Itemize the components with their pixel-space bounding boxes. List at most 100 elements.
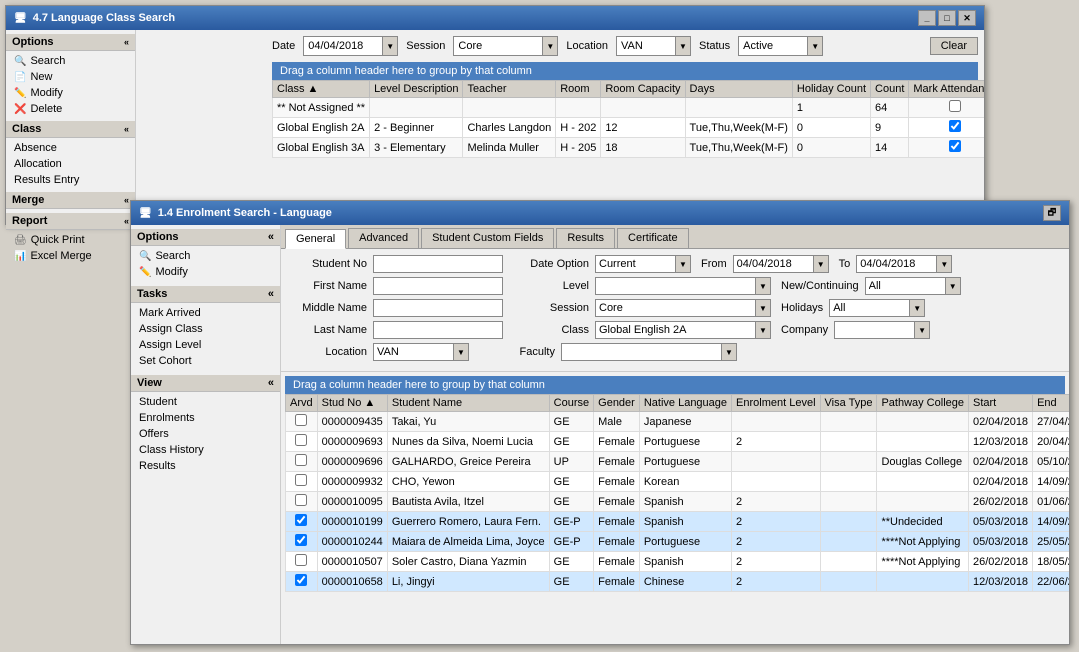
first-name-input[interactable] — [373, 277, 503, 295]
location-dropdown-arrow[interactable]: ▼ — [675, 36, 691, 56]
enrol-sidebar-set-cohort[interactable]: Set Cohort — [131, 353, 280, 369]
enrol-sidebar-class-history[interactable]: Class History — [131, 442, 280, 458]
sidebar-item-results-entry[interactable]: Results Entry — [6, 172, 135, 188]
enrol-sidebar-search[interactable]: 🔍 Search — [131, 248, 280, 264]
status-dropdown-arrow[interactable]: ▼ — [807, 36, 823, 56]
table-row[interactable]: Global English 3A 3 - Elementary Melinda… — [273, 138, 985, 158]
new-continuing-arrow[interactable]: ▼ — [945, 277, 961, 295]
session-dropdown-arrow[interactable]: ▼ — [542, 36, 558, 56]
tab-advanced[interactable]: Advanced — [348, 228, 419, 248]
col-mark-attendance[interactable]: Mark Attendance — [909, 81, 984, 98]
arvd-checkbox[interactable] — [295, 514, 307, 526]
arvd-checkbox[interactable] — [295, 414, 307, 426]
location-input[interactable] — [616, 36, 676, 56]
new-continuing-input[interactable] — [865, 277, 945, 295]
col-pathway-college[interactable]: Pathway College — [877, 395, 969, 412]
level-arrow[interactable]: ▼ — [755, 277, 771, 295]
enrol-sidebar-student[interactable]: Student — [131, 394, 280, 410]
holidays-input[interactable] — [829, 299, 909, 317]
col-end[interactable]: End — [1033, 395, 1069, 412]
date-input[interactable] — [303, 36, 383, 56]
company-input[interactable] — [834, 321, 914, 339]
col-enrolment-level[interactable]: Enrolment Level — [732, 395, 821, 412]
faculty-arrow[interactable]: ▼ — [721, 343, 737, 361]
enrol-sidebar-enrolments[interactable]: Enrolments — [131, 410, 280, 426]
sidebar-item-allocation[interactable]: Allocation — [6, 156, 135, 172]
holidays-arrow[interactable]: ▼ — [909, 299, 925, 317]
table-row[interactable]: 0000010199 Guerrero Romero, Laura Fern. … — [286, 512, 1070, 532]
session-input-form[interactable] — [595, 299, 755, 317]
status-input[interactable] — [738, 36, 808, 56]
sidebar-item-absence[interactable]: Absence — [6, 140, 135, 156]
col-native-language[interactable]: Native Language — [639, 395, 731, 412]
col-capacity[interactable]: Room Capacity — [601, 81, 685, 98]
class-arrow[interactable]: ▼ — [755, 321, 771, 339]
enrol-sidebar-offers[interactable]: Offers — [131, 426, 280, 442]
table-row[interactable]: 0000009693 Nunes da Silva, Noemi Lucia G… — [286, 432, 1070, 452]
col-student-name[interactable]: Student Name — [387, 395, 549, 412]
col-gender[interactable]: Gender — [594, 395, 640, 412]
class-input[interactable] — [595, 321, 755, 339]
table-row[interactable]: 0000010244 Maiara de Almeida Lima, Joyce… — [286, 532, 1070, 552]
location-form-input[interactable] — [373, 343, 453, 361]
enrol-sidebar-mark-arrived[interactable]: Mark Arrived — [131, 305, 280, 321]
col-level-desc[interactable]: Level Description — [370, 81, 463, 98]
location-form-arrow[interactable]: ▼ — [453, 343, 469, 361]
col-stud-no[interactable]: Stud No ▲ — [317, 395, 387, 412]
mark-attendance-checkbox[interactable] — [949, 140, 961, 152]
tab-student-custom-fields[interactable]: Student Custom Fields — [421, 228, 554, 248]
level-input[interactable] — [595, 277, 755, 295]
enrol-restore-button[interactable]: 🗗 — [1043, 205, 1061, 221]
arvd-checkbox[interactable] — [295, 534, 307, 546]
col-arvd[interactable]: Arvd — [286, 395, 318, 412]
col-holiday-count[interactable]: Holiday Count — [792, 81, 870, 98]
arvd-checkbox[interactable] — [295, 554, 307, 566]
table-row[interactable]: 0000009435 Takai, Yu GE Male Japanese 02… — [286, 412, 1070, 432]
arvd-checkbox[interactable] — [295, 434, 307, 446]
table-row[interactable]: ** Not Assigned ** 1 64 — [273, 98, 985, 118]
col-days[interactable]: Days — [685, 81, 792, 98]
from-arrow[interactable]: ▼ — [813, 255, 829, 273]
arvd-checkbox[interactable] — [295, 574, 307, 586]
sidebar-item-quick-print[interactable]: 🖨 Quick Print — [6, 232, 135, 248]
col-room[interactable]: Room — [556, 81, 601, 98]
middle-name-input[interactable] — [373, 299, 503, 317]
sidebar-item-excel-merge[interactable]: 📊 Excel Merge — [6, 248, 135, 264]
last-name-input[interactable] — [373, 321, 503, 339]
table-row[interactable]: 0000009696 GALHARDO, Greice Pereira UP F… — [286, 452, 1070, 472]
sidebar-item-new[interactable]: 📄 New — [6, 69, 135, 85]
clear-button[interactable]: Clear — [930, 37, 978, 55]
sidebar-item-modify[interactable]: ✏️ Modify — [6, 85, 135, 101]
session-form-arrow[interactable]: ▼ — [755, 299, 771, 317]
maximize-button[interactable]: □ — [938, 10, 956, 26]
minimize-button[interactable]: _ — [918, 10, 936, 26]
session-input[interactable] — [453, 36, 543, 56]
table-row[interactable]: 0000010658 Li, Jingyi GE Female Chinese … — [286, 572, 1070, 592]
mark-attendance-checkbox[interactable] — [949, 100, 961, 112]
company-arrow[interactable]: ▼ — [914, 321, 930, 339]
student-no-input[interactable] — [373, 255, 503, 273]
sidebar-item-search[interactable]: 🔍 Search — [6, 53, 135, 69]
mark-attendance-checkbox[interactable] — [949, 120, 961, 132]
table-row[interactable]: Global English 2A 2 - Beginner Charles L… — [273, 118, 985, 138]
arvd-checkbox[interactable] — [295, 494, 307, 506]
table-row[interactable]: 0000010095 Bautista Avila, Itzel GE Fema… — [286, 492, 1070, 512]
sidebar-item-delete[interactable]: ❌ Delete — [6, 101, 135, 117]
arvd-checkbox[interactable] — [295, 474, 307, 486]
col-class[interactable]: Class ▲ — [273, 81, 370, 98]
col-course[interactable]: Course — [549, 395, 593, 412]
tab-results[interactable]: Results — [556, 228, 615, 248]
from-input[interactable] — [733, 255, 813, 273]
to-arrow[interactable]: ▼ — [936, 255, 952, 273]
col-teacher[interactable]: Teacher — [463, 81, 556, 98]
col-count[interactable]: Count — [871, 81, 909, 98]
enrol-sidebar-modify[interactable]: ✏️ Modify — [131, 264, 280, 280]
enrol-sidebar-assign-level[interactable]: Assign Level — [131, 337, 280, 353]
close-button[interactable]: ✕ — [958, 10, 976, 26]
arvd-checkbox[interactable] — [295, 454, 307, 466]
to-input[interactable] — [856, 255, 936, 273]
enrol-sidebar-assign-class[interactable]: Assign Class — [131, 321, 280, 337]
enrol-sidebar-results[interactable]: Results — [131, 458, 280, 474]
tab-general[interactable]: General — [285, 229, 346, 249]
date-dropdown-arrow[interactable]: ▼ — [382, 36, 398, 56]
